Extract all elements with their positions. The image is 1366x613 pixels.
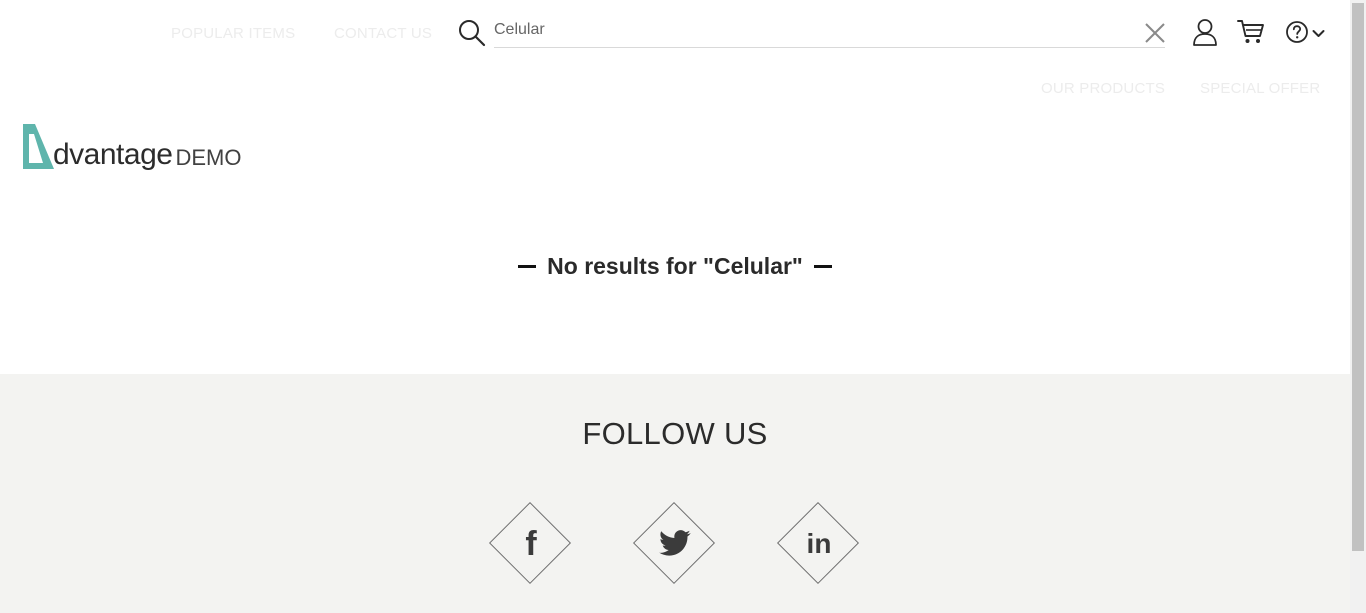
logo-demo-label: DEMO bbox=[175, 145, 242, 170]
search-icon[interactable] bbox=[458, 19, 486, 47]
close-icon[interactable] bbox=[1144, 22, 1166, 44]
vertical-scrollbar[interactable] bbox=[1350, 0, 1366, 613]
logo[interactable]: dvantage DEMO bbox=[22, 123, 241, 171]
logo-mark-icon bbox=[23, 124, 54, 169]
help-icon[interactable] bbox=[1285, 20, 1309, 44]
twitter-icon bbox=[633, 502, 717, 586]
twitter-link[interactable] bbox=[632, 501, 717, 586]
nav-contact-us[interactable]: CONTACT US bbox=[334, 25, 432, 42]
linkedin-link[interactable]: in bbox=[776, 501, 861, 586]
chevron-down-icon[interactable] bbox=[1312, 26, 1325, 37]
nav-special-offer[interactable]: SPECIAL OFFER bbox=[1200, 80, 1320, 97]
cart-icon[interactable] bbox=[1237, 19, 1265, 45]
no-results-text: No results for "Celular" bbox=[547, 253, 803, 279]
linkedin-icon: in bbox=[806, 528, 832, 559]
header: POPULAR ITEMS CONTACT US Celular OUR PRO… bbox=[0, 0, 1350, 374]
no-results-message: No results for "Celular" bbox=[0, 253, 1350, 280]
follow-us-title: FOLLOW US bbox=[582, 416, 768, 451]
right-dash bbox=[813, 265, 832, 268]
facebook-icon: f bbox=[525, 524, 537, 563]
search-input[interactable] bbox=[494, 18, 1134, 42]
facebook-link[interactable]: f bbox=[488, 501, 573, 586]
scrollbar-thumb[interactable] bbox=[1352, 3, 1364, 551]
user-icon[interactable] bbox=[1192, 18, 1218, 46]
search-field bbox=[494, 15, 1165, 48]
page: POPULAR ITEMS CONTACT US Celular OUR PRO… bbox=[0, 0, 1366, 613]
nav-our-products[interactable]: OUR PRODUCTS bbox=[1041, 80, 1165, 97]
left-dash bbox=[518, 265, 537, 268]
logo-wordmark: dvantage bbox=[53, 138, 173, 171]
nav-popular-items[interactable]: POPULAR ITEMS bbox=[171, 25, 295, 42]
footer: FOLLOW US f in bbox=[0, 374, 1350, 613]
